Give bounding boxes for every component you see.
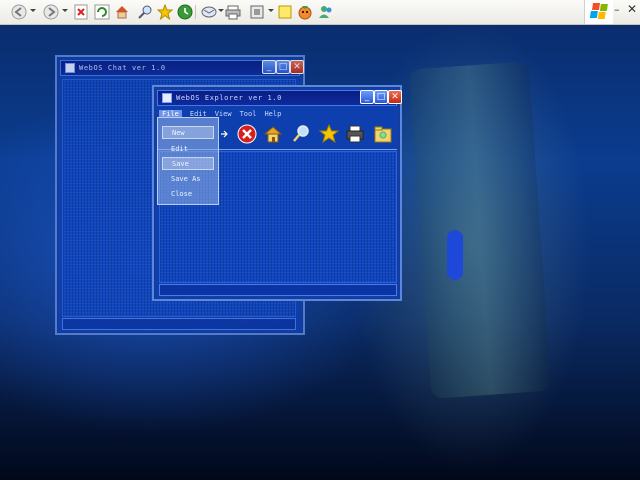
chat-input-bar[interactable] <box>62 318 296 330</box>
chat-minimize-button[interactable]: _ <box>262 60 276 74</box>
forward-dropdown-icon[interactable] <box>62 9 68 12</box>
messenger-icon[interactable] <box>296 3 314 21</box>
file-menu-save-as[interactable]: Save As <box>162 172 214 185</box>
favorite-star-icon[interactable] <box>319 124 339 144</box>
windows-logo-icon <box>584 0 613 24</box>
history-icon[interactable] <box>176 3 194 21</box>
browser-close-button[interactable]: ✕ <box>627 2 637 16</box>
notes-icon[interactable] <box>276 3 294 21</box>
edit-dropdown-icon[interactable] <box>268 9 274 12</box>
printer-icon[interactable] <box>345 124 365 144</box>
messenger-user-icon[interactable] <box>316 3 334 21</box>
refresh-icon[interactable] <box>93 3 111 21</box>
home-icon[interactable] <box>263 124 283 144</box>
browser-toolbar: – ✕ <box>0 0 640 25</box>
edit-icon[interactable] <box>248 3 266 21</box>
folder-icon[interactable] <box>373 124 393 144</box>
home-icon[interactable] <box>113 3 131 21</box>
explorer-status-bar <box>159 284 397 296</box>
menu-tool[interactable]: Tool <box>240 110 257 118</box>
explorer-maximize-button[interactable]: □ <box>374 90 388 104</box>
forward-icon[interactable] <box>42 3 60 21</box>
window-app-icon <box>162 93 172 103</box>
favorites-icon[interactable] <box>156 3 174 21</box>
toolbar-separator <box>195 5 196 19</box>
mail-icon[interactable] <box>200 3 218 21</box>
chat-maximize-button[interactable]: □ <box>276 60 290 74</box>
chat-window-title: WebOS Chat ver 1.0 <box>79 64 166 72</box>
print-icon[interactable] <box>224 3 242 21</box>
back-dropdown-icon[interactable] <box>30 9 36 12</box>
search-icon[interactable] <box>291 124 311 144</box>
browser-minimize-button[interactable]: – <box>614 3 620 16</box>
arrow-icon[interactable] <box>219 124 229 144</box>
explorer-close-button[interactable]: ✕ <box>388 90 402 104</box>
chat-close-button[interactable]: ✕ <box>290 60 304 74</box>
stop-icon[interactable] <box>237 124 257 144</box>
explorer-window-title: WebOS Explorer ver 1.0 <box>176 94 282 102</box>
file-menu-save[interactable]: Save <box>162 157 214 170</box>
explorer-minimize-button[interactable]: _ <box>360 90 374 104</box>
search-icon[interactable] <box>136 3 154 21</box>
file-menu-new[interactable]: New <box>162 126 214 139</box>
file-menu-close[interactable]: Close <box>162 187 214 200</box>
menu-help[interactable]: Help <box>264 110 281 118</box>
background-highlight <box>447 230 463 280</box>
file-menu-edit[interactable]: Edit <box>162 142 214 155</box>
background-shape <box>408 61 552 399</box>
file-menu-dropdown: New Edit Save Save As Close <box>157 117 219 205</box>
stop-icon[interactable] <box>72 3 90 21</box>
back-icon[interactable] <box>10 3 28 21</box>
window-app-icon <box>65 63 75 73</box>
